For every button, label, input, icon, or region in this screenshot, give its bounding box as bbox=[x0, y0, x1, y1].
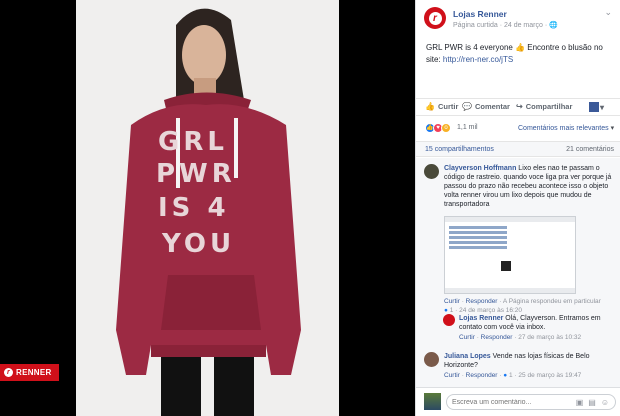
shirt-text-line: GRL bbox=[158, 127, 228, 157]
post-header: r Lojas Renner Página curtida · 24 de ma… bbox=[416, 0, 620, 36]
qr-code-icon bbox=[501, 261, 511, 271]
comment-like-count: 1 bbox=[509, 372, 513, 379]
comment-like-link[interactable]: Curtir bbox=[444, 298, 460, 305]
reactions-bar: 👍 ♥ o 1,1 mil Comentários mais relevante… bbox=[416, 120, 620, 138]
reply-item: Lojas Renner Olá, Clayverson. Entramos e… bbox=[443, 314, 620, 344]
camera-icon[interactable]: ▣ bbox=[576, 398, 584, 407]
comment-timestamp[interactable]: 27 de março às 10:32 bbox=[518, 334, 581, 341]
comment-actions: Curtir · Responder · ● 1 · 25 de março à… bbox=[444, 372, 582, 379]
like-reaction-icon: ● bbox=[503, 372, 508, 379]
renner-logo-icon: r bbox=[4, 368, 13, 377]
share-count-link[interactable]: 15 compartilhamentos bbox=[425, 146, 494, 153]
comment-text: Lojas Renner Olá, Clayverson. Entramos e… bbox=[459, 314, 609, 332]
avatar[interactable] bbox=[443, 314, 455, 326]
page-avatar[interactable]: r bbox=[424, 7, 446, 29]
avatar bbox=[589, 102, 599, 112]
comment-author[interactable]: Lojas Renner bbox=[459, 315, 503, 322]
comment-like-link[interactable]: Curtir bbox=[444, 372, 460, 379]
like-reaction-icon: ● bbox=[444, 307, 448, 314]
caret-down-icon: ▾ bbox=[600, 102, 605, 112]
brand-badge-label: RENNER bbox=[16, 368, 52, 377]
share-label: Compartilhar bbox=[525, 102, 573, 111]
comment-item: Juliana Lopes Vende nas lojas físicas de… bbox=[424, 352, 614, 382]
photo-viewer: GRL PWR IS 4 YOU r RENNER bbox=[0, 0, 415, 416]
post-text: GRL PWR is 4 everyone 👍 Encontre o blusã… bbox=[426, 42, 616, 66]
post-as-selector[interactable]: ▾ bbox=[589, 102, 604, 112]
comment-composer: ▣ ▤ ☺ bbox=[416, 387, 620, 416]
post-link[interactable]: http://ren-ner.co/jTS bbox=[443, 55, 513, 64]
product-photo[interactable]: GRL PWR IS 4 YOU bbox=[76, 0, 339, 416]
comment-count[interactable]: 21 comentários bbox=[566, 146, 614, 153]
comment-reply-link[interactable]: Responder bbox=[481, 334, 513, 341]
reaction-count[interactable]: 1,1 mil bbox=[457, 124, 478, 131]
engagement-counts: 15 compartilhamentos 21 comentários bbox=[416, 141, 620, 157]
comment-meta: ● 1 · 24 de março às 16:20 bbox=[444, 307, 523, 314]
page-name-link[interactable]: Lojas Renner bbox=[453, 9, 507, 19]
comment-author[interactable]: Juliana Lopes bbox=[444, 353, 491, 360]
reaction-icons[interactable]: 👍 ♥ o bbox=[425, 123, 451, 133]
reply-note: A Página respondeu em particular bbox=[502, 298, 601, 305]
comment-like-link[interactable]: Curtir bbox=[459, 334, 475, 341]
renner-logo-icon: r bbox=[428, 11, 442, 25]
comment-button[interactable]: 💬 Comentar bbox=[462, 102, 510, 111]
brand-badge: r RENNER bbox=[0, 364, 59, 381]
chevron-down-icon[interactable]: ⌄ bbox=[604, 7, 612, 18]
post-panel: r Lojas Renner Página curtida · 24 de ma… bbox=[415, 0, 620, 416]
comment-item: Clayverson Hoffmann Lixo eles nao te pas… bbox=[424, 164, 614, 314]
share-button[interactable]: ↪ Compartilhar bbox=[516, 102, 572, 111]
gif-icon[interactable]: ▤ bbox=[588, 398, 596, 407]
comment-actions: Curtir · Responder · A Página respondeu … bbox=[444, 298, 601, 305]
comment-sort-label: Comentários mais relevantes bbox=[518, 125, 609, 132]
avatar bbox=[424, 393, 441, 410]
comment-sort-dropdown[interactable]: Comentários mais relevantes ▾ bbox=[518, 124, 614, 132]
comment-text: Juliana Lopes Vende nas lojas físicas de… bbox=[444, 352, 612, 370]
comment-actions: Curtir · Responder · 27 de março às 10:3… bbox=[459, 334, 582, 341]
avatar[interactable] bbox=[424, 164, 439, 179]
post-actions: 👍 Curtir 💬 Comentar ↪ Compartilhar ▾ bbox=[416, 98, 620, 116]
composer-icons: ▣ ▤ ☺ bbox=[576, 398, 609, 407]
sticker-icon[interactable]: ☺ bbox=[601, 398, 609, 407]
wow-reaction-icon: o bbox=[441, 123, 451, 133]
comment-timestamp[interactable]: 25 de março às 19:47 bbox=[518, 372, 581, 379]
comment-timestamp[interactable]: 24 de março às 16:20 bbox=[459, 307, 522, 314]
shirt-text-line: YOU bbox=[161, 229, 235, 259]
caret-down-icon: ▾ bbox=[610, 125, 615, 132]
comment-author[interactable]: Clayverson Hoffmann bbox=[444, 165, 516, 172]
comment-text: Clayverson Hoffmann Lixo eles nao te pas… bbox=[444, 164, 612, 209]
comment-attachment-image[interactable] bbox=[444, 216, 576, 294]
comment-reply-link[interactable]: Responder bbox=[466, 372, 498, 379]
comments-list: Clayverson Hoffmann Lixo eles nao te pas… bbox=[416, 158, 620, 388]
shirt-text-line: IS 4 bbox=[158, 193, 230, 223]
shirt-text-line: PWR bbox=[156, 159, 236, 189]
like-button[interactable]: 👍 Curtir bbox=[425, 102, 458, 111]
comment-icon: 💬 bbox=[462, 102, 472, 111]
comment-reply-link[interactable]: Responder bbox=[466, 298, 498, 305]
comment-label: Comentar bbox=[474, 102, 510, 111]
thumbs-up-icon: 👍 bbox=[425, 102, 435, 111]
comment-like-count: 1 bbox=[449, 307, 454, 314]
model-wearing-hoodie: GRL PWR IS 4 YOU bbox=[76, 0, 339, 416]
like-label: Curtir bbox=[437, 102, 459, 111]
avatar[interactable] bbox=[424, 352, 439, 367]
share-icon: ↪ bbox=[516, 102, 523, 111]
post-meta: Página curtida · 24 de março · 🌐 bbox=[453, 22, 558, 29]
